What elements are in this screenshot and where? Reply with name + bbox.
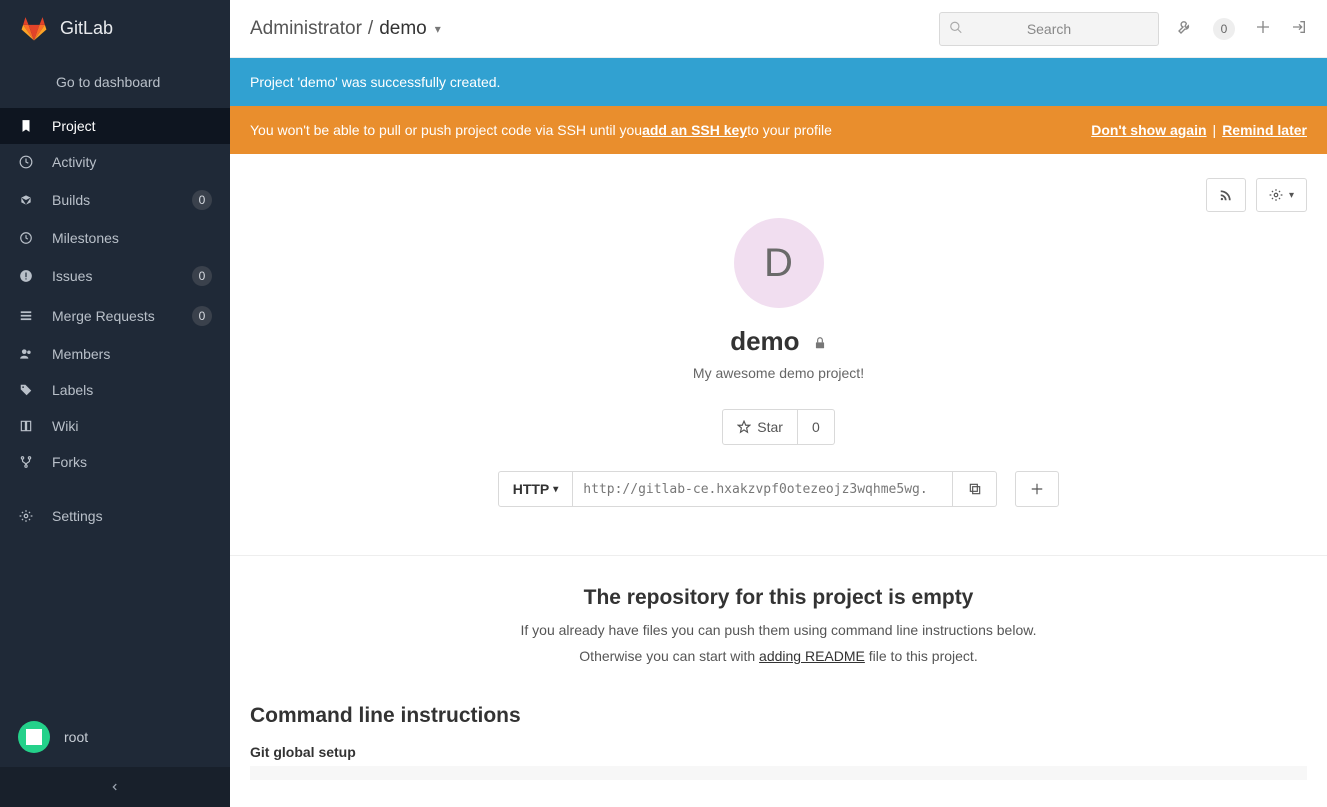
dont-show-again-link[interactable]: Don't show again [1091, 122, 1206, 138]
create-new-dropdown[interactable] [1015, 471, 1059, 507]
alert-text-pre: You won't be able to pull or push projec… [250, 122, 642, 138]
user-avatar-icon [18, 721, 50, 753]
sidebar-item-forks[interactable]: Forks [0, 444, 230, 480]
star-icon [737, 420, 751, 434]
brand-text: GitLab [60, 18, 113, 39]
sidebar-item-project[interactable]: Project [0, 108, 230, 144]
search-icon [949, 20, 963, 37]
star-label: Star [757, 419, 783, 435]
chevron-down-icon: ▾ [1289, 190, 1294, 201]
alert-sep: | [1213, 122, 1217, 138]
cogs-icon [18, 509, 34, 523]
breadcrumb-sep: / [368, 18, 373, 40]
gear-icon [1269, 188, 1283, 202]
chevron-down-icon: ▾ [435, 22, 441, 36]
divider [230, 555, 1327, 556]
sidebar-item-issues[interactable]: Issues 0 [0, 256, 230, 296]
sidebar-item-members[interactable]: Members [0, 336, 230, 372]
new-plus-icon[interactable] [1255, 19, 1271, 38]
sidebar-item-label: Project [52, 118, 212, 134]
add-ssh-key-link[interactable]: add an SSH key [642, 122, 747, 138]
copy-icon [968, 482, 982, 496]
star-button[interactable]: Star [722, 409, 798, 445]
mr-count-badge: 0 [192, 306, 212, 326]
sidebar-item-label: Members [52, 346, 212, 362]
sidebar-item-milestones[interactable]: Milestones [0, 220, 230, 256]
chevron-left-icon [110, 782, 120, 792]
sidebar-item-label: Activity [52, 154, 212, 170]
sidebar-item-label: Builds [52, 192, 174, 208]
rss-icon [1219, 188, 1233, 202]
book-icon [18, 419, 34, 433]
star-count: 0 [798, 409, 835, 445]
sidebar-item-labels[interactable]: Labels [0, 372, 230, 408]
cli-git-setup-heading: Git global setup [250, 744, 1307, 760]
sidebar-item-label: Labels [52, 382, 212, 398]
search-input[interactable] [939, 12, 1159, 46]
sidebar-item-label: Issues [52, 268, 174, 284]
sidebar-item-wiki[interactable]: Wiki [0, 408, 230, 444]
breadcrumb-owner: Administrator [250, 18, 362, 40]
rss-button[interactable] [1206, 178, 1246, 212]
fork-icon [18, 455, 34, 469]
gitlab-logo-icon [20, 14, 48, 42]
cli-instructions-title: Command line instructions [250, 704, 1307, 728]
brand-header[interactable]: GitLab [0, 0, 230, 56]
bookmark-icon [18, 119, 34, 133]
dashboard-icon [18, 155, 34, 169]
sidebar-item-label: Wiki [52, 418, 212, 434]
protocol-label: HTTP [513, 481, 550, 497]
lock-icon [813, 337, 827, 354]
tags-icon [18, 383, 34, 397]
sidebar-item-settings[interactable]: Settings [0, 498, 230, 534]
exclamation-icon [18, 269, 34, 283]
sidebar-item-label: Merge Requests [52, 308, 174, 324]
copy-url-button[interactable] [953, 471, 997, 507]
issues-count-badge: 0 [192, 266, 212, 286]
admin-wrench-icon[interactable] [1177, 19, 1193, 38]
project-name: demo [730, 326, 799, 356]
todos-count-badge[interactable]: 0 [1213, 18, 1235, 40]
chevron-down-icon: ▾ [553, 484, 558, 495]
add-readme-link[interactable]: adding README [759, 648, 865, 664]
sidebar-item-builds[interactable]: Builds 0 [0, 180, 230, 220]
breadcrumb-project: demo [379, 18, 427, 40]
sidebar-item-label: Milestones [52, 230, 212, 246]
current-user[interactable]: root [0, 707, 230, 767]
cubes-icon [18, 193, 34, 207]
user-name: root [64, 729, 88, 745]
sidebar: GitLab Go to dashboard Project Activity [0, 0, 230, 807]
go-to-dashboard-link[interactable]: Go to dashboard [0, 56, 230, 108]
clock-icon [18, 231, 34, 245]
sidebar-nav: Project Activity Builds 0 Milestones [0, 108, 230, 534]
sign-out-icon[interactable] [1291, 19, 1307, 38]
topbar: Administrator / demo ▾ 0 [230, 0, 1327, 58]
sidebar-item-activity[interactable]: Activity [0, 144, 230, 180]
clone-protocol-dropdown[interactable]: HTTP ▾ [498, 471, 574, 507]
empty-repo-line2: Otherwise you can start with adding READ… [250, 648, 1307, 664]
project-title: demo [250, 326, 1307, 357]
tasks-icon [18, 309, 34, 323]
breadcrumb[interactable]: Administrator / demo ▾ [250, 18, 441, 40]
search-box [939, 12, 1159, 46]
sidebar-item-label: Forks [52, 454, 212, 470]
builds-count-badge: 0 [192, 190, 212, 210]
sidebar-item-label: Settings [52, 508, 212, 524]
alert-ssh-warning: You won't be able to pull or push projec… [230, 106, 1327, 154]
project-description: My awesome demo project! [250, 365, 1307, 381]
project-settings-dropdown[interactable]: ▾ [1256, 178, 1307, 212]
main: Administrator / demo ▾ 0 [230, 0, 1327, 807]
project-avatar: D [734, 218, 824, 308]
empty-repo-title: The repository for this project is empty [250, 586, 1307, 610]
collapse-sidebar-button[interactable] [0, 767, 230, 807]
sidebar-item-merge-requests[interactable]: Merge Requests 0 [0, 296, 230, 336]
users-icon [18, 347, 34, 361]
remind-later-link[interactable]: Remind later [1222, 122, 1307, 138]
alert-text-post: to your profile [747, 122, 832, 138]
plus-icon [1030, 482, 1044, 496]
empty-repo-line1: If you already have files you can push t… [250, 622, 1307, 638]
clone-url-input[interactable] [573, 471, 953, 507]
cli-code-block [250, 766, 1307, 780]
alert-success: Project 'demo' was successfully created. [230, 58, 1327, 106]
